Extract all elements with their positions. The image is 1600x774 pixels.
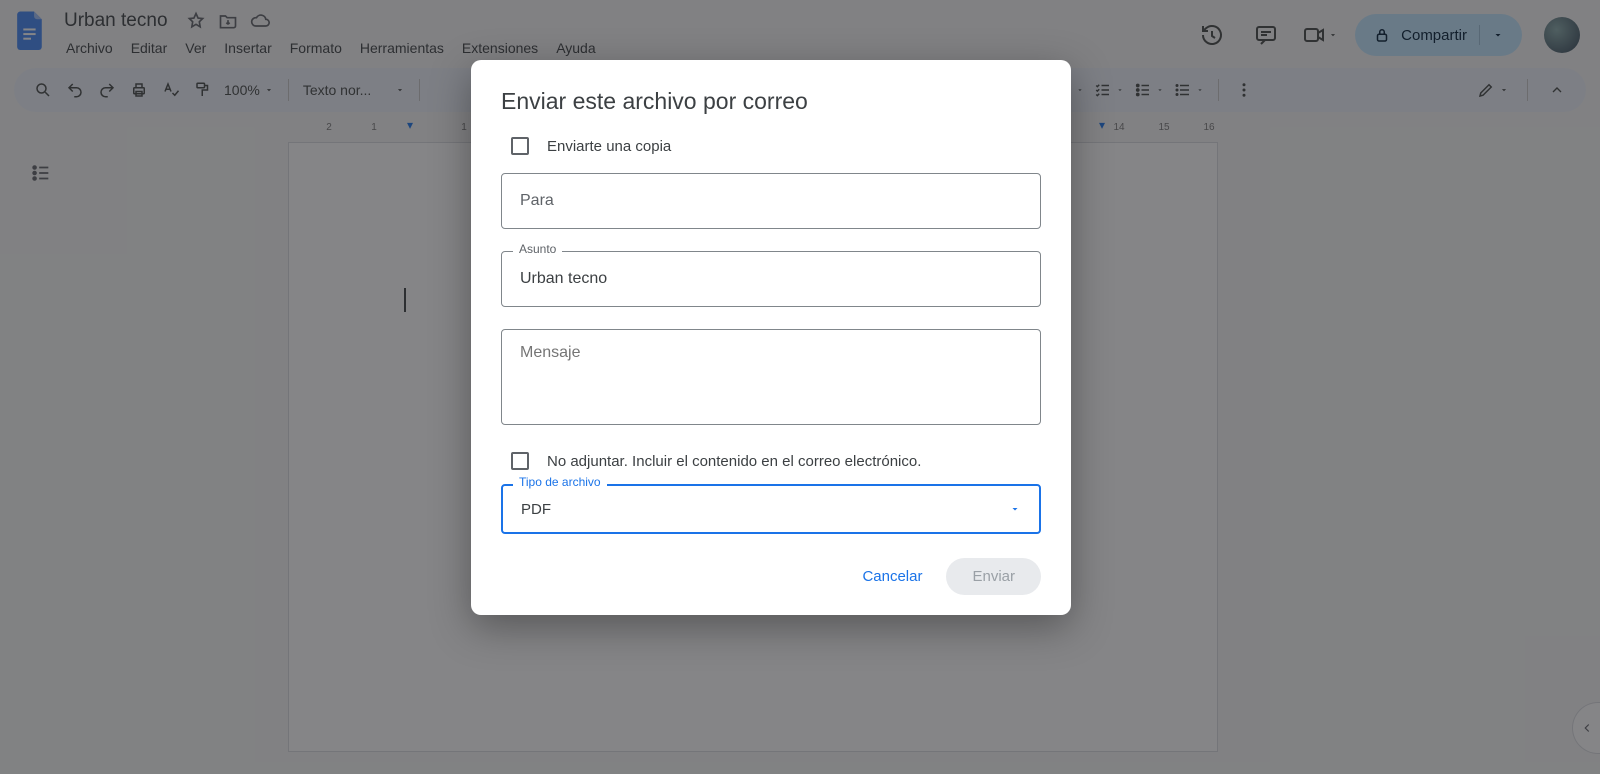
no-attach-label: No adjuntar. Incluir el contenido en el …	[547, 453, 921, 470]
no-attach-checkbox[interactable]	[511, 452, 529, 470]
filetype-value: PDF	[521, 501, 551, 518]
to-input[interactable]	[501, 173, 1041, 229]
email-file-dialog: Enviar este archivo por correo Enviarte …	[471, 60, 1071, 615]
send-copy-label: Enviarte una copia	[547, 138, 671, 155]
subject-input[interactable]	[501, 251, 1041, 307]
subject-label: Asunto	[513, 242, 562, 256]
chevron-down-icon	[1009, 503, 1021, 515]
message-input[interactable]	[501, 329, 1041, 425]
filetype-select[interactable]: PDF	[501, 484, 1041, 534]
cancel-button[interactable]: Cancelar	[846, 560, 938, 593]
send-button: Enviar	[946, 558, 1041, 595]
send-copy-checkbox[interactable]	[511, 137, 529, 155]
filetype-label: Tipo de archivo	[513, 475, 607, 489]
dialog-title: Enviar este archivo por correo	[501, 88, 1041, 115]
